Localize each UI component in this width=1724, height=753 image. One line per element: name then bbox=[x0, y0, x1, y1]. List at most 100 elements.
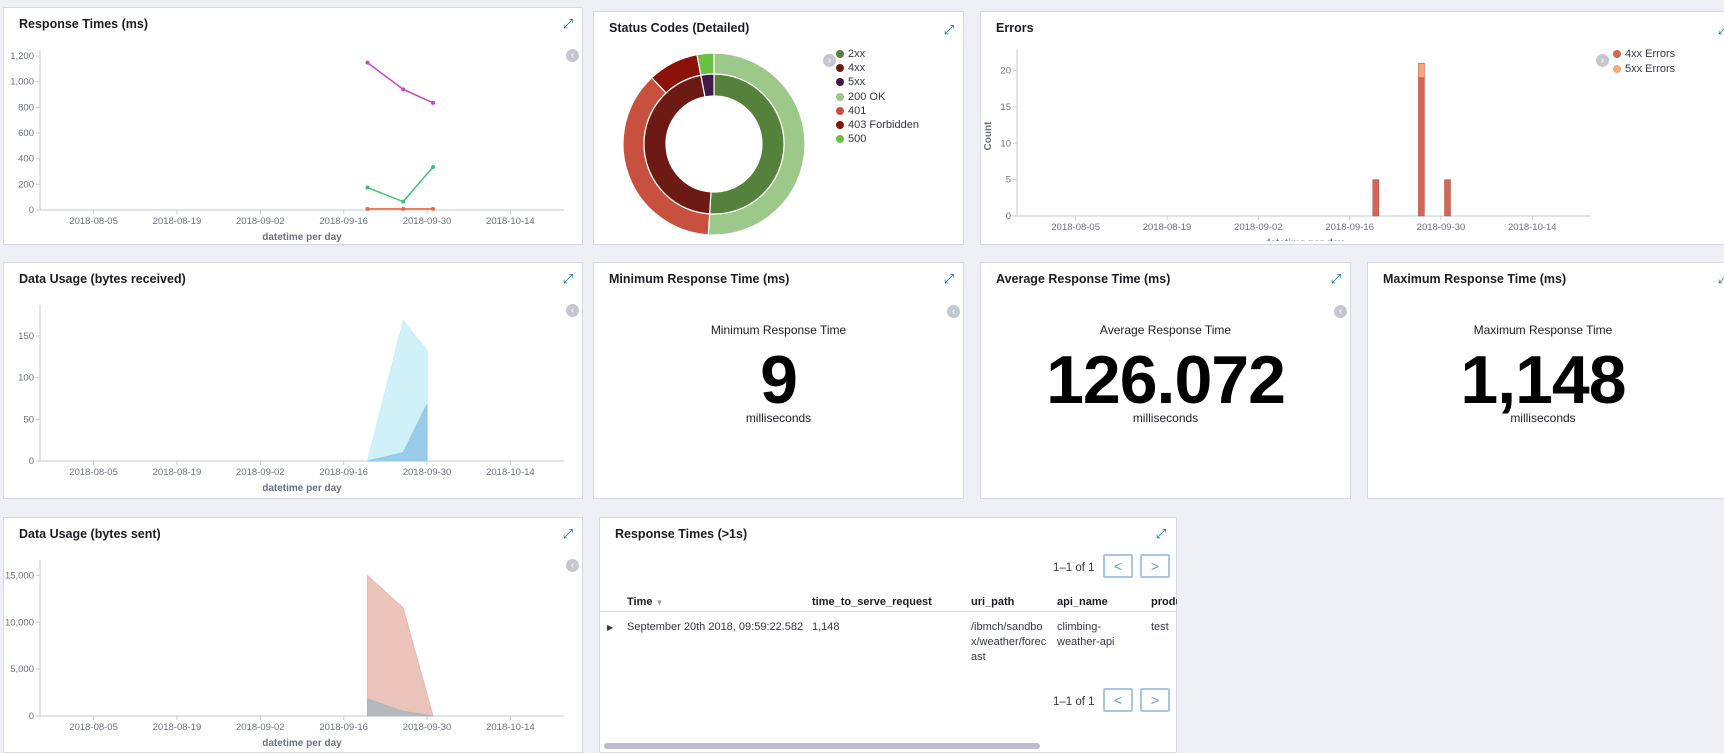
metric-label: Maximum Response Time bbox=[1473, 323, 1613, 337]
data-point bbox=[365, 60, 370, 65]
row-expand-icon[interactable]: ▶ bbox=[607, 620, 613, 635]
y-tick-label: 20 bbox=[1000, 66, 1011, 77]
expand-icon[interactable]: ⤢ bbox=[1328, 271, 1344, 287]
legend-item[interactable]: 403 Forbidden bbox=[836, 119, 919, 131]
prev-page-button-bottom[interactable]: < bbox=[1103, 688, 1133, 712]
x-tick-label: 2018-08-19 bbox=[153, 216, 202, 227]
legend-swatch bbox=[836, 135, 844, 144]
column-header-time-to-serve[interactable]: time_to_serve_request bbox=[812, 596, 932, 608]
legend-swatch bbox=[836, 106, 844, 115]
panel-title: Response Times (>1s) bbox=[615, 527, 748, 541]
chevron-right-icon: > bbox=[1150, 558, 1160, 574]
column-header-time[interactable]: Time ▼ bbox=[627, 596, 663, 608]
horizontal-scrollbar[interactable] bbox=[604, 743, 1040, 749]
data-sent-panel: Data Usage (bytes sent) ⤢ ‹ 0 5,000 10,000… bbox=[3, 517, 583, 753]
metric-value: 126.072 bbox=[1046, 342, 1286, 418]
avg-response-panel: Average Response Time (ms) ⤢ ‹ Average R… bbox=[980, 262, 1351, 499]
y-tick-label: 5,000 bbox=[10, 664, 34, 675]
error-bar bbox=[1418, 77, 1425, 217]
next-page-button-bottom[interactable]: > bbox=[1140, 688, 1170, 712]
y-tick-label: 10 bbox=[1000, 138, 1011, 149]
metric-unit: milliseconds bbox=[745, 411, 812, 425]
legend-swatch bbox=[836, 64, 844, 73]
data-received-chart: 0 50 100 150 2018-08-05 2018-08-19 2018-09-02 2… bbox=[18, 305, 564, 494]
legend-swatch bbox=[836, 121, 844, 129]
x-axis-label: datetime per day bbox=[262, 483, 342, 494]
response-times-chart: 0 200 400 600 800 1,000 1,200 2018-08-05 2018-08… bbox=[10, 50, 564, 243]
legend-item[interactable]: 200 OK bbox=[836, 91, 885, 103]
x-tick-label: 2018-08-05 bbox=[69, 722, 118, 733]
metric-value: 1,148 bbox=[1460, 342, 1626, 418]
chevron-left-icon[interactable]: ‹ bbox=[1334, 305, 1347, 318]
error-bar bbox=[1372, 179, 1379, 217]
next-page-button[interactable]: > bbox=[1140, 554, 1170, 578]
y-tick-label: 0 bbox=[29, 456, 34, 467]
data-point bbox=[431, 100, 435, 105]
cell-uri-path: /ibmch/sandbox/weather/forecast bbox=[971, 621, 1047, 663]
data-point bbox=[365, 185, 370, 190]
cell-time-to-serve: 1,148 bbox=[812, 621, 840, 633]
y-tick-label: 15 bbox=[1000, 102, 1011, 113]
metric-label: Average Response Time bbox=[1099, 323, 1232, 337]
y-tick-label: 0 bbox=[29, 205, 34, 216]
y-tick-label: 10,000 bbox=[5, 617, 34, 628]
legend-label: 200 OK bbox=[848, 90, 886, 103]
column-header-api-name[interactable]: api_name bbox=[1057, 596, 1108, 608]
legend-item[interactable]: 500 bbox=[836, 133, 866, 145]
data-point bbox=[401, 206, 406, 211]
x-axis-label: datetime per day bbox=[262, 738, 342, 749]
data-point bbox=[431, 206, 435, 211]
legend-swatch bbox=[836, 92, 844, 101]
min-response-panel: Minimum Response Time (ms) ⤢ ‹ Minimum R… bbox=[593, 262, 964, 499]
legend-item[interactable]: 4xx Errors bbox=[1613, 48, 1675, 60]
expand-icon[interactable]: ⤢ bbox=[1715, 22, 1724, 38]
legend-item[interactable]: 4xx bbox=[836, 62, 865, 74]
x-tick-label: 2018-09-02 bbox=[236, 722, 285, 733]
y-tick-label: 5 bbox=[1006, 175, 1011, 186]
metric-label: Minimum Response Time bbox=[710, 323, 847, 337]
legend-label: 2xx bbox=[848, 48, 866, 60]
legend-item[interactable]: 401 bbox=[836, 105, 866, 117]
legend-label: 5xx Errors bbox=[1625, 63, 1676, 75]
y-axis-label: Count bbox=[983, 121, 994, 151]
x-axis-label: datetime per day bbox=[1264, 238, 1344, 241]
legend-item[interactable]: 5xx Errors bbox=[1613, 63, 1675, 75]
x-tick-label: 2018-10-14 bbox=[1508, 222, 1557, 233]
x-tick-label: 2018-09-30 bbox=[1417, 222, 1466, 233]
legend-label: 500 bbox=[848, 133, 867, 146]
y-tick-label: 0 bbox=[29, 711, 34, 722]
data-point bbox=[365, 206, 370, 211]
expand-icon[interactable]: ⤢ bbox=[1153, 526, 1169, 542]
y-tick-label: 15,000 bbox=[5, 570, 34, 581]
panel-title: Average Response Time (ms) bbox=[996, 272, 1171, 286]
cell-time: September 20th 2018, 09:59:22.582 bbox=[627, 621, 804, 633]
panel-title: Status Codes (Detailed) bbox=[609, 21, 750, 35]
chevron-right-icon[interactable]: › bbox=[823, 54, 836, 67]
prev-page-button[interactable]: < bbox=[1103, 554, 1133, 578]
expand-icon[interactable]: ⤢ bbox=[941, 22, 957, 38]
column-header-product[interactable]: produ bbox=[1151, 596, 1177, 608]
x-tick-label: 2018-10-14 bbox=[486, 216, 535, 227]
panel-title: Maximum Response Time (ms) bbox=[1383, 272, 1567, 286]
chevron-right-icon: > bbox=[1150, 692, 1160, 708]
y-tick-label: 800 bbox=[18, 102, 34, 113]
expand-icon[interactable]: ⤢ bbox=[1715, 271, 1724, 287]
expand-icon[interactable]: ⤢ bbox=[941, 271, 957, 287]
legend-item[interactable]: 2xx bbox=[836, 48, 865, 60]
pagination-label: 1–1 of 1 bbox=[1053, 562, 1095, 574]
y-tick-label: 100 bbox=[18, 373, 34, 384]
area-series-0 bbox=[367, 574, 434, 717]
data-sent-chart: 0 5,000 10,000 15,000 2018-08-05 2018-08-19 20… bbox=[5, 560, 564, 749]
x-tick-label: 2018-08-19 bbox=[153, 722, 202, 733]
x-tick-label: 2018-09-16 bbox=[319, 216, 368, 227]
panel-title: Minimum Response Time (ms) bbox=[609, 272, 790, 286]
legend-label: 401 bbox=[848, 104, 867, 117]
cell-product: test bbox=[1151, 621, 1169, 633]
legend-item[interactable]: 5xx bbox=[836, 76, 865, 88]
chevron-left-icon[interactable]: ‹ bbox=[947, 305, 960, 318]
x-tick-label: 2018-09-16 bbox=[1325, 222, 1374, 233]
error-bar bbox=[1444, 179, 1451, 217]
column-header-uri-path[interactable]: uri_path bbox=[971, 596, 1014, 608]
metric-unit: milliseconds bbox=[1510, 411, 1576, 425]
status-codes-donut bbox=[622, 52, 806, 236]
